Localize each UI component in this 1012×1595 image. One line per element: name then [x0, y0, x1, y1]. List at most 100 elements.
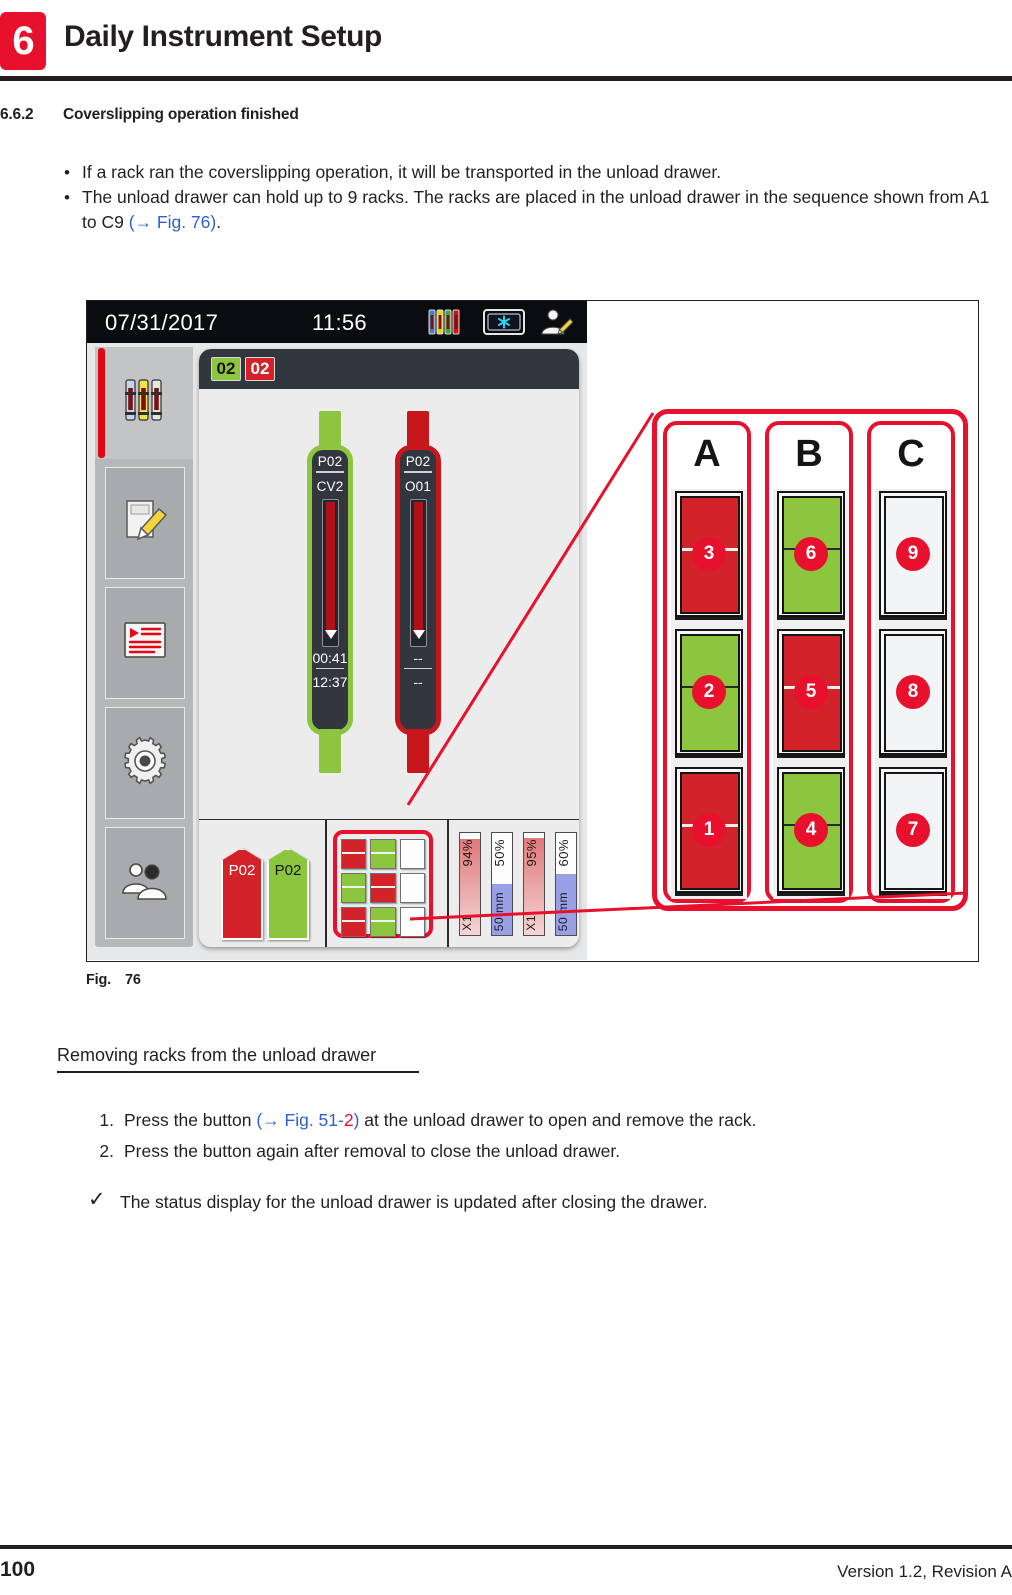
list-item: • The unload drawer can hold up to 9 rac…	[62, 185, 1002, 235]
bar-percent-label: 50%	[492, 839, 507, 867]
station-stem-bottom	[407, 729, 429, 773]
page-title: Daily Instrument Setup	[64, 20, 382, 53]
link-text-red: 2	[343, 1110, 354, 1130]
rack-slots: 3 2 1	[671, 489, 747, 899]
step-text: Press the button again after removal to …	[124, 1141, 621, 1161]
slot-number-badge: 5	[794, 675, 828, 709]
load-flag-green[interactable]: P02	[267, 848, 309, 940]
bar-unit-label: 50 mm	[492, 891, 506, 931]
station-time-total: --	[413, 674, 423, 690]
cooling-module-icon[interactable]	[483, 308, 525, 341]
slot-number-badge: 6	[794, 537, 828, 571]
status-bar: 07/31/2017 11:56	[87, 301, 587, 343]
drawer-slot-c7[interactable]	[399, 907, 425, 937]
station-time-remaining: 00:41	[312, 649, 348, 666]
station-progress-fill	[413, 501, 423, 634]
drawer-slot-b6[interactable]	[370, 839, 396, 869]
figure-cross-reference-link[interactable]: (→ Fig. 51-2)	[256, 1110, 359, 1130]
consumables-cell: 94% X1 50% 50 mm 95% X1 60% 50 mm	[447, 820, 579, 947]
user-supervisor-icon	[118, 859, 172, 908]
result-note: ✓ The status display for the unload draw…	[88, 1188, 988, 1216]
rack-column-a: A 3 2 1	[663, 421, 751, 903]
unload-drawer-grid[interactable]	[333, 830, 433, 938]
user-edit-icon[interactable]	[539, 308, 574, 341]
sidebar-item-module-status[interactable]	[105, 467, 185, 579]
station-time-remaining: --	[413, 649, 423, 666]
reagent-vessels-icon	[121, 374, 167, 433]
coverslip-length-2-bar[interactable]: 60% 50 mm	[555, 832, 577, 936]
drawer-slot-b4[interactable]	[370, 907, 396, 937]
section-title: Coverslipping operation finished	[63, 106, 299, 123]
rack-slot-b4[interactable]: 4	[777, 767, 845, 893]
status-time: 11:56	[312, 310, 367, 335]
station-progress-fill	[325, 501, 335, 634]
sidebar-item-program-list[interactable]	[105, 587, 185, 699]
rack-column-b: B 6 5 4	[765, 421, 853, 903]
rack-slots: 9 8 7	[875, 489, 951, 899]
bar-percent-label: 95%	[524, 839, 539, 867]
sidebar-item-status-overview[interactable]	[95, 347, 193, 459]
gear-icon	[120, 736, 170, 791]
drawer-slot-b5[interactable]	[370, 873, 396, 903]
drawer-slot-c9[interactable]	[399, 839, 425, 869]
drawer-slot-c8[interactable]	[399, 873, 425, 903]
rack-slot-a3[interactable]: 3	[675, 491, 743, 617]
rack-slot-b6[interactable]: 6	[777, 491, 845, 617]
sidebar	[95, 347, 193, 947]
station-body: P02 CV2 00:41 12:37	[307, 445, 353, 735]
coverslip-magazine-1-bar[interactable]: 94% X1	[459, 832, 481, 936]
load-flag-red[interactable]: P02	[221, 848, 263, 940]
bullet-text-end: .	[216, 212, 222, 232]
page-header: 6 Daily Instrument Setup	[0, 0, 1012, 92]
drawer-slot-a2[interactable]	[341, 873, 367, 903]
program-list-icon	[121, 619, 169, 668]
station-progress-tube	[321, 498, 339, 647]
page-number: 100	[0, 1558, 36, 1581]
bullet-marker: •	[64, 163, 70, 182]
drawer-slot-a1[interactable]	[341, 907, 367, 937]
rack-slot-a2[interactable]: 2	[675, 629, 743, 755]
panel-header: 02 02	[199, 349, 579, 389]
coverslip-magazine-2-bar[interactable]: 95% X1	[523, 832, 545, 936]
section-number: 6.6.2	[0, 106, 34, 123]
status-date: 07/31/2017	[105, 310, 219, 335]
link-text-blue: (→ Fig. 51-	[256, 1110, 344, 1130]
load-drawer-cell: P02 P02	[199, 820, 325, 947]
slot-number-badge: 1	[692, 813, 726, 847]
bar-unit-label: X1	[460, 915, 474, 931]
step-text-end: at the unload drawer to open and remove …	[359, 1110, 757, 1130]
rack-slot-c8[interactable]: 8	[879, 629, 947, 755]
unload-drawer-cell	[325, 820, 447, 947]
list-item: 2. Press the button again after removal …	[88, 1136, 988, 1167]
rack-slot-a1[interactable]: 1	[675, 767, 743, 893]
bar-unit-label: X1	[524, 915, 538, 931]
step-text: Press the button	[124, 1110, 257, 1130]
station-body: P02 O01 -- --	[395, 445, 441, 735]
sidebar-item-user-settings[interactable]	[105, 827, 185, 939]
figure-cross-reference-link[interactable]: (→ Fig. 76)	[129, 212, 217, 232]
rack-column-label: A	[693, 433, 721, 475]
progress-marker-icon	[412, 629, 425, 639]
rack-column-label: C	[897, 433, 925, 475]
sidebar-item-settings[interactable]	[105, 707, 185, 819]
section-heading: 6.6.2 Coverslipping operation finished	[0, 106, 1012, 132]
rack-slots: 6 5 4	[773, 489, 849, 899]
divider	[404, 471, 432, 473]
bullet-text: If a rack ran the coverslipping operatio…	[82, 162, 722, 182]
station-stem-bottom	[319, 729, 341, 773]
reagent-bottles-icon[interactable]	[427, 308, 461, 341]
slot-number-badge: 4	[794, 813, 828, 847]
rack-slot-c9[interactable]: 9	[879, 491, 947, 617]
drawer-status-row: P02 P02 94% X1 50% 50 mm 95% X1 60% 50 m…	[199, 819, 579, 947]
bar-unit-label: 50 mm	[556, 891, 570, 931]
result-text: The status display for the unload drawer…	[120, 1192, 708, 1212]
coverslip-length-1-bar[interactable]: 50% 50 mm	[491, 832, 513, 936]
drawer-grid-row	[341, 839, 425, 869]
document-version: Version 1.2, Revision A	[837, 1562, 1012, 1581]
rack-slot-b5[interactable]: 5	[777, 629, 845, 755]
drawer-slot-a3[interactable]	[341, 839, 367, 869]
drawer-grid-row	[341, 907, 425, 937]
rack-slot-c7[interactable]: 7	[879, 767, 947, 893]
slot-number-badge: 7	[896, 813, 930, 847]
process-status-panel: 02 02 P02 CV2 00:41 12:37 P02 O01 -- -- …	[199, 349, 579, 947]
